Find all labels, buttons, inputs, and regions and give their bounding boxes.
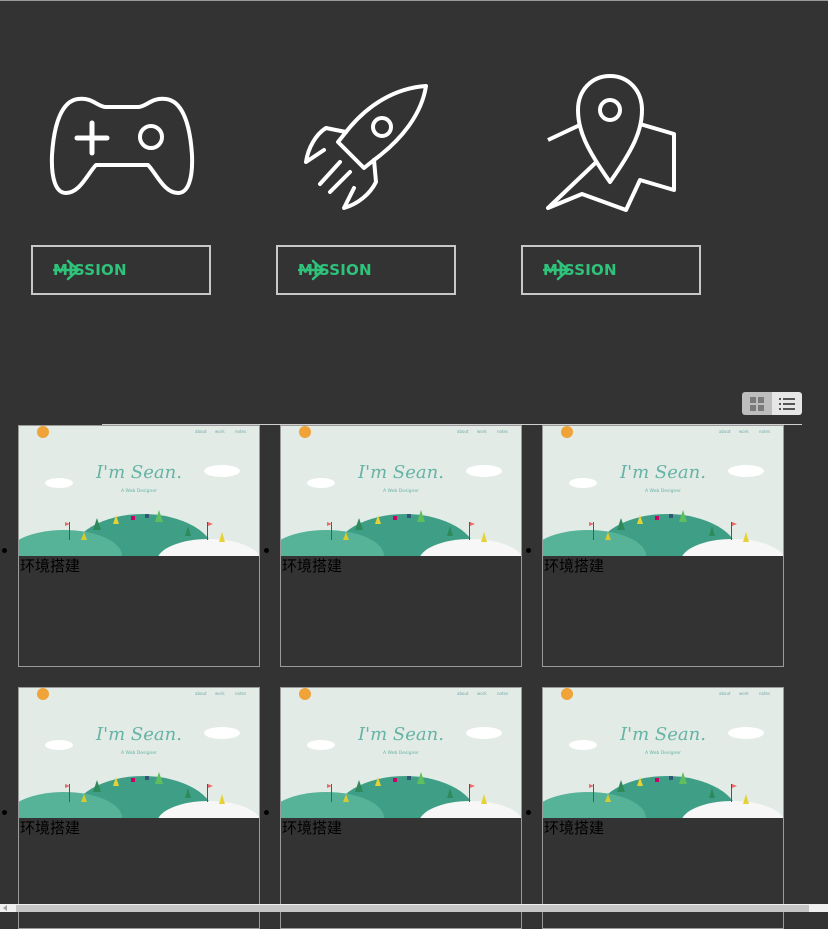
mission-button-3[interactable]: MISSION bbox=[521, 245, 701, 295]
list-bullet bbox=[264, 548, 269, 553]
thumb-subheading: A Web Designer bbox=[121, 488, 157, 494]
thumb-nav-1: about bbox=[195, 691, 207, 696]
list-bullet bbox=[526, 810, 531, 815]
thumb-nav-3: notes bbox=[759, 429, 770, 434]
list-bullet bbox=[264, 810, 269, 815]
thumb-nav-3: notes bbox=[235, 429, 246, 434]
scrollbar-thumb[interactable] bbox=[16, 905, 809, 912]
course-card[interactable]: about work notes I'm Sean. A Web Designer 环境搭… bbox=[18, 425, 260, 667]
arrow-right-icon bbox=[298, 259, 325, 281]
window-top-edge bbox=[0, 0, 828, 1]
course-card[interactable]: about work notes I'm Sean. A Web Designer 环境搭… bbox=[542, 687, 784, 929]
card-thumbnail: about work notes I'm Sean. A Web Designer bbox=[543, 426, 783, 556]
thumb-subheading: A Web Designer bbox=[383, 488, 419, 494]
thumb-nav-2: work bbox=[739, 429, 749, 434]
thumb-heading: I'm Sean. bbox=[95, 724, 182, 745]
card-thumbnail: about work notes I'm Sean. A Web Designer bbox=[281, 688, 521, 818]
avatar bbox=[37, 426, 49, 438]
thumb-subheading: A Web Designer bbox=[645, 488, 681, 494]
avatar bbox=[299, 426, 311, 438]
thumb-heading: I'm Sean. bbox=[357, 462, 444, 483]
thumb-nav-1: about bbox=[195, 429, 207, 434]
thumb-heading: I'm Sean. bbox=[357, 724, 444, 745]
avatar bbox=[561, 426, 573, 438]
thumb-nav-2: work bbox=[215, 429, 225, 434]
avatar bbox=[37, 688, 49, 700]
list-bullet bbox=[2, 810, 7, 815]
card-thumbnail: about work notes I'm Sean. A Web Designer bbox=[19, 426, 259, 556]
list-view-button[interactable] bbox=[772, 392, 802, 415]
list-view-icon bbox=[779, 397, 795, 410]
view-toggle bbox=[742, 392, 802, 415]
list-bullet bbox=[526, 548, 531, 553]
avatar bbox=[561, 688, 573, 700]
thumb-nav-3: notes bbox=[497, 691, 508, 696]
mission-button-2[interactable]: MISSION bbox=[276, 245, 456, 295]
thumb-nav-2: work bbox=[477, 429, 487, 434]
course-card[interactable]: about work notes I'm Sean. A Web Designer 环境搭… bbox=[542, 425, 784, 667]
thumb-nav-2: work bbox=[477, 691, 487, 696]
course-card[interactable]: about work notes I'm Sean. A Web Designer 环境搭… bbox=[18, 687, 260, 929]
scroll-left-arrow-icon[interactable] bbox=[3, 905, 7, 911]
card-thumbnail: about work notes I'm Sean. A Web Designer bbox=[543, 688, 783, 818]
map-pin-icon bbox=[546, 74, 676, 212]
thumb-nav-2: work bbox=[739, 691, 749, 696]
thumb-nav-2: work bbox=[215, 691, 225, 696]
card-thumbnail: about work notes I'm Sean. A Web Designer bbox=[281, 426, 521, 556]
thumb-heading: I'm Sean. bbox=[619, 724, 706, 745]
horizontal-scrollbar[interactable] bbox=[0, 904, 828, 912]
thumb-heading: I'm Sean. bbox=[619, 462, 706, 483]
thumb-nav-3: notes bbox=[759, 691, 770, 696]
thumb-subheading: A Web Designer bbox=[645, 750, 681, 756]
thumb-nav-1: about bbox=[457, 429, 469, 434]
card-title: 环境搭建 bbox=[544, 819, 605, 837]
card-title: 环境搭建 bbox=[282, 819, 343, 837]
course-card[interactable]: about work notes I'm Sean. A Web Designer 环境搭… bbox=[280, 425, 522, 667]
arrow-right-icon bbox=[53, 259, 80, 281]
card-title: 环境搭建 bbox=[20, 819, 81, 837]
course-card[interactable]: about work notes I'm Sean. A Web Designer 环境搭… bbox=[280, 687, 522, 929]
mission-button-1[interactable]: MISSION bbox=[31, 245, 211, 295]
thumb-heading: I'm Sean. bbox=[95, 462, 182, 483]
thumb-nav-3: notes bbox=[235, 691, 246, 696]
list-bullet bbox=[2, 548, 7, 553]
thumb-subheading: A Web Designer bbox=[121, 750, 157, 756]
gamepad-icon bbox=[49, 96, 195, 195]
rocket-icon bbox=[304, 84, 428, 210]
card-title: 环境搭建 bbox=[282, 557, 343, 575]
card-title: 环境搭建 bbox=[544, 557, 605, 575]
thumb-subheading: A Web Designer bbox=[383, 750, 419, 756]
avatar bbox=[299, 688, 311, 700]
thumb-nav-1: about bbox=[457, 691, 469, 696]
card-title: 环境搭建 bbox=[20, 557, 81, 575]
thumb-nav-1: about bbox=[719, 429, 731, 434]
thumb-nav-1: about bbox=[719, 691, 731, 696]
grid-view-icon bbox=[750, 396, 764, 411]
card-thumbnail: about work notes I'm Sean. A Web Designer bbox=[19, 688, 259, 818]
thumb-nav-3: notes bbox=[497, 429, 508, 434]
arrow-right-icon bbox=[543, 259, 570, 281]
grid-view-button[interactable] bbox=[742, 392, 772, 415]
